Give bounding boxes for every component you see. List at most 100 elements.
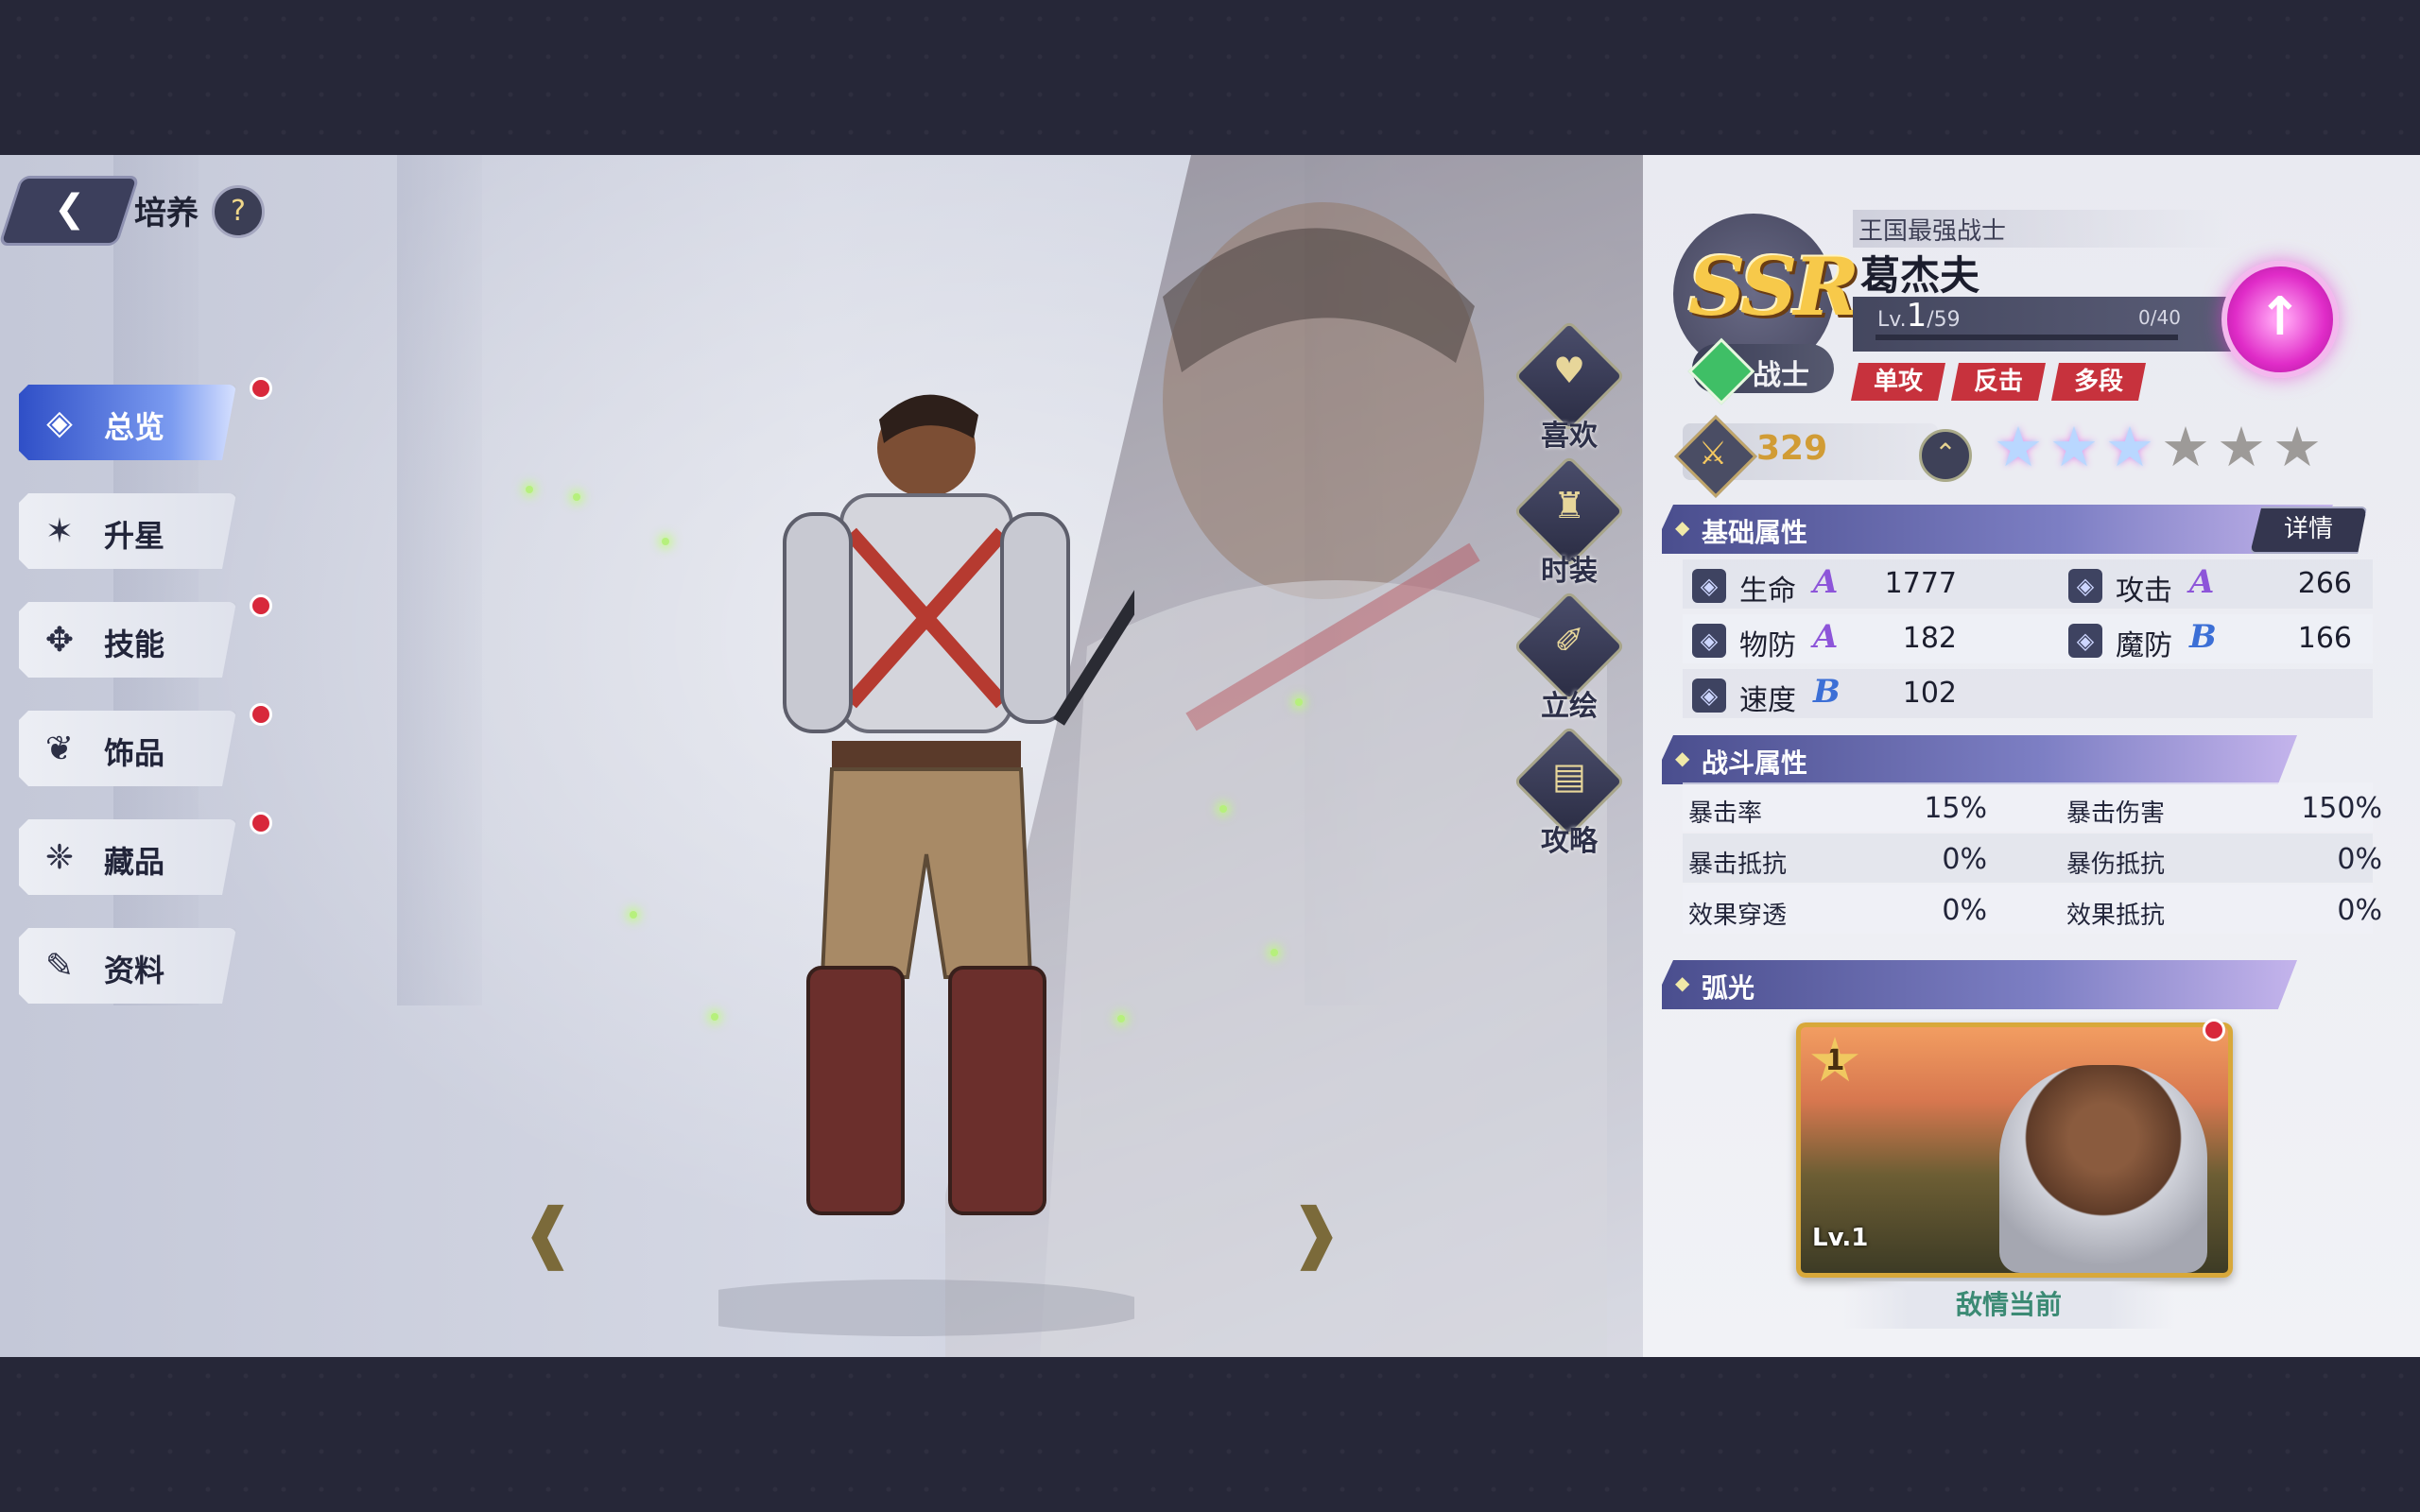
arc-level: Lv.1 xyxy=(1812,1224,1869,1252)
trait-tag: 单攻 xyxy=(1851,363,1945,401)
overview-icon: ◈ xyxy=(46,404,73,442)
sparkle-particle xyxy=(573,493,580,501)
notification-dot xyxy=(250,594,272,617)
arc-card[interactable]: 1 Lv.1 xyxy=(1796,1022,2233,1278)
side-action-label: 立绘 xyxy=(1541,690,1598,723)
arc-art xyxy=(1999,1065,2207,1273)
star-upgrade-icon: ✶ xyxy=(44,512,75,551)
rarity-badge: SSR xyxy=(1688,240,1859,334)
chevron-up-icon: ⌃ xyxy=(1934,438,1957,469)
menu-item-label: 总览 xyxy=(104,409,165,445)
attribute-grade: A xyxy=(2189,563,2215,601)
menu-item-label: 藏品 xyxy=(104,844,165,880)
attribute-name: 魔防 xyxy=(2116,629,2172,662)
star-empty-icon: ★ xyxy=(2273,415,2322,479)
side-action-label: 喜欢 xyxy=(1541,420,1598,453)
level-value: 1 xyxy=(1906,297,1927,335)
exp-readout: 0/40 xyxy=(2138,306,2181,329)
side-action-3[interactable]: ▤ 攻略 xyxy=(1512,725,1626,865)
power-value: 329 xyxy=(1756,429,1828,468)
side-action-label: 时装 xyxy=(1541,555,1598,588)
combat-attribute-value: 0% xyxy=(2337,843,2382,876)
star-filled-icon: ★ xyxy=(2105,415,2154,479)
sparkle-particle xyxy=(630,911,637,919)
magic-def-icon: ◈ xyxy=(2068,624,2102,658)
sparkle-particle xyxy=(662,538,669,545)
side-action-2[interactable]: ✐ 立绘 xyxy=(1512,590,1626,730)
attribute-grade: B xyxy=(2189,618,2217,656)
exp-progress-bar xyxy=(1876,335,2178,340)
class-label: 战士 xyxy=(1753,359,1809,392)
level-max: /59 xyxy=(1927,308,1961,332)
sparkle-particle xyxy=(1219,805,1227,813)
arc-header xyxy=(1662,960,2297,1009)
attribute-grade: A xyxy=(1813,563,1839,601)
combat-attribute-value: 0% xyxy=(1942,843,1987,876)
page-title: 培养 xyxy=(134,195,199,232)
bg-pillar xyxy=(397,155,482,1005)
help-button[interactable]: ? xyxy=(212,185,265,238)
next-character-arrow-icon[interactable]: ❱ xyxy=(1288,1194,1344,1270)
star-empty-icon: ★ xyxy=(2217,415,2266,479)
arc-rank-star: 1 xyxy=(1811,1037,1858,1082)
side-action-0[interactable]: ♥ 喜欢 xyxy=(1512,319,1626,459)
side-action-label: 攻略 xyxy=(1541,825,1598,858)
menu-item-label: 技能 xyxy=(104,627,165,662)
profile-icon: ✎ xyxy=(44,947,75,986)
menu-item-2[interactable]: ✥ 技能 xyxy=(19,602,236,678)
star-filled-icon: ★ xyxy=(2049,415,2099,479)
combat-attribute-name: 暴击率 xyxy=(1688,799,1763,828)
menu-item-4[interactable]: ❈ 藏品 xyxy=(19,819,236,895)
speed-icon: ◈ xyxy=(1692,679,1726,713)
power-detail-button[interactable]: ⌃ xyxy=(1919,429,1972,482)
level-readout: Lv.1/59 xyxy=(1877,297,1961,335)
attack-icon: ◈ xyxy=(2068,569,2102,603)
star-empty-icon: ★ xyxy=(2161,415,2210,479)
diamond-icon: ◆ xyxy=(1675,971,1690,994)
sparkle-particle xyxy=(1270,949,1278,956)
level-up-button[interactable]: ↑ xyxy=(2221,261,2339,378)
combat-attribute-value: 150% xyxy=(2301,792,2382,825)
combat-attribute-name: 效果抵抗 xyxy=(2066,902,2166,930)
star-filled-icon: ★ xyxy=(1994,415,2043,479)
combat-attribute-value: 15% xyxy=(1924,792,1987,825)
prev-character-arrow-icon[interactable]: ❰ xyxy=(520,1194,577,1270)
back-arrow-icon: ❮ xyxy=(53,187,86,231)
detail-button[interactable]: 详情 xyxy=(2250,507,2367,554)
attribute-value: 182 xyxy=(1902,622,1957,655)
notification-dot xyxy=(250,812,272,834)
combat-attribute-value: 0% xyxy=(2337,894,2382,927)
attribute-value: 1777 xyxy=(1884,567,1957,600)
attribute-name: 生命 xyxy=(1739,575,1796,608)
diamond-icon: ◆ xyxy=(1675,516,1690,539)
trait-tag: 多段 xyxy=(2051,363,2146,401)
character-sprite[interactable] xyxy=(662,363,1178,1357)
combat-attribute-name: 效果穿透 xyxy=(1688,902,1788,930)
attribute-grade: A xyxy=(1813,618,1839,656)
menu-item-0[interactable]: ◈ 总览 xyxy=(19,385,236,460)
heart-icon: ♥ xyxy=(1552,350,1586,391)
arc-notification-dot xyxy=(2203,1019,2225,1041)
game-screen: ❮ 培养 ? ◈ 总览 ✶ 升星 ✥ 技能 ❦ 饰品 ❈ 藏品 ✎ 资料 ❰ ❱ ♥ 喜欢 ♜ 时装 ✐ 立绘 ▤… xyxy=(0,155,2420,1357)
attribute-value: 166 xyxy=(2297,622,2352,655)
illustration-icon: ✐ xyxy=(1554,620,1584,662)
combat-attribute-name: 暴击抵抗 xyxy=(1688,850,1788,879)
accessory-icon: ❦ xyxy=(44,730,75,768)
combat-attribute-value: 0% xyxy=(1942,894,1987,927)
menu-item-1[interactable]: ✶ 升星 xyxy=(19,493,236,569)
arc-caption: 敌情当前 xyxy=(1843,1281,2174,1329)
phys-def-icon: ◈ xyxy=(1692,624,1726,658)
costume-icon: ♜ xyxy=(1552,485,1586,526)
sparkle-particle xyxy=(526,486,533,493)
combat-attributes-title: 战斗属性 xyxy=(1702,747,1808,779)
menu-item-label: 升星 xyxy=(104,518,165,554)
attribute-value: 266 xyxy=(2297,567,2352,600)
crossed-swords-icon: ⚔ xyxy=(1698,435,1728,472)
menu-item-3[interactable]: ❦ 饰品 xyxy=(19,711,236,786)
menu-item-5[interactable]: ✎ 资料 xyxy=(19,928,236,1004)
notification-dot xyxy=(250,703,272,726)
sparkle-particle xyxy=(1117,1015,1125,1022)
side-action-1[interactable]: ♜ 时装 xyxy=(1512,455,1626,594)
sparkle-particle xyxy=(1295,698,1303,706)
back-button[interactable]: ❮ xyxy=(0,176,141,246)
